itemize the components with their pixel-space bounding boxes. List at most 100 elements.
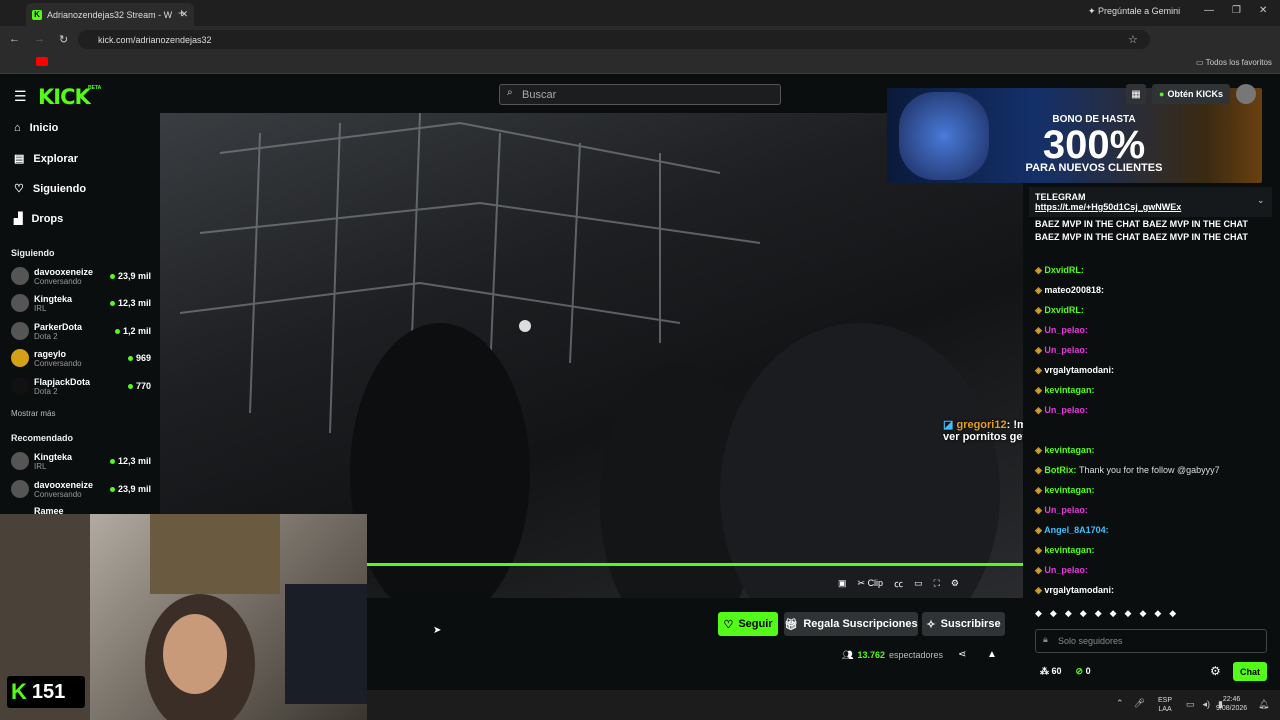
- chat-username[interactable]: kevintagan:: [1044, 385, 1094, 395]
- url-field[interactable]: kick.com/adrianozendejas32: [78, 30, 1150, 49]
- nav-siguiendo[interactable]: ♡ Siguiendo: [14, 182, 86, 196]
- gemini-button[interactable]: ✦ Pregúntale a Gemini: [1088, 6, 1180, 17]
- pinned-message[interactable]: TELEGRAM https://t.me/+Hg50d1Csj_gwNWEx: [1029, 187, 1272, 217]
- kicks-counter[interactable]: ⊘ 0: [1076, 666, 1091, 677]
- new-tab-icon[interactable]: +: [178, 6, 185, 20]
- volume-icon[interactable]: ◂): [1203, 699, 1211, 710]
- chat-message: ◈ kevintagan:: [1035, 544, 1270, 557]
- chat-message: ◈ Un_pelao:: [1035, 404, 1270, 417]
- search-input[interactable]: Buscar: [499, 84, 781, 105]
- recommended-channel[interactable]: Kingteka IRL 12,3 mil: [11, 449, 151, 473]
- following-channel[interactable]: rageylo Conversando 969: [11, 346, 151, 370]
- emote-icon[interactable]: ◆: [1125, 608, 1132, 622]
- chat-username[interactable]: Un_pelao:: [1044, 325, 1088, 335]
- emote-icon[interactable]: ◆: [1050, 608, 1057, 622]
- following-channel[interactable]: davooxeneize Conversando 23,9 mil: [11, 264, 151, 288]
- send-chat-button[interactable]: Chat: [1233, 662, 1267, 681]
- chat-text: Thank you for the follow @gabyyy7: [1078, 465, 1220, 475]
- clock[interactable]: 22:46 9/08/2026: [1216, 695, 1247, 713]
- all-favorites[interactable]: ▭ Todos los favoritos: [1196, 58, 1272, 67]
- chat-settings-icon[interactable]: ⚙: [1210, 664, 1221, 678]
- fullscreen-icon[interactable]: ⛶: [934, 578, 940, 589]
- show-more-link[interactable]: Mostrar más: [11, 409, 55, 418]
- chat-username[interactable]: kevintagan:: [1044, 445, 1094, 455]
- report-icon[interactable]: ▲: [987, 649, 997, 660]
- emote-icon[interactable]: ◆: [1110, 608, 1117, 622]
- nav-inicio[interactable]: ⌂ Inicio: [14, 122, 58, 134]
- search-icon: ⌕: [507, 87, 513, 98]
- chat-username[interactable]: kevintagan:: [1044, 545, 1094, 555]
- captions-icon[interactable]: ㏄: [894, 577, 903, 590]
- user-avatar[interactable]: [1236, 84, 1256, 104]
- chat-username[interactable]: Angel_8A1704:: [1044, 525, 1109, 535]
- gift-icon: 🎁︎: [784, 618, 799, 631]
- gift-subs-button[interactable]: 🎁︎ Regala Suscripciones: [784, 612, 918, 636]
- minimize-icon[interactable]: —: [1204, 5, 1214, 16]
- mic-icon[interactable]: 🎤︎: [1134, 698, 1145, 709]
- pinned-link[interactable]: https://t.me/+Hg50d1Csj_gwNWEx: [1029, 202, 1272, 212]
- verified-icon: ◪: [943, 419, 954, 431]
- emote-icon[interactable]: ◆: [1095, 608, 1102, 622]
- chat-username[interactable]: Un_pelao:: [1044, 405, 1088, 415]
- back-icon[interactable]: ←: [9, 33, 20, 46]
- layout-icon[interactable]: ▦: [1126, 84, 1146, 104]
- kick-logo[interactable]: KICK: [38, 85, 91, 109]
- chat-username[interactable]: mateo200818:: [1044, 285, 1104, 295]
- emote-icon[interactable]: ◆: [1080, 608, 1087, 622]
- clip-button[interactable]: ✂ Clip: [858, 578, 884, 589]
- emote-icon[interactable]: ◆: [1154, 608, 1161, 622]
- avatar: [11, 267, 29, 285]
- chevron-down-icon[interactable]: ⌄: [1257, 195, 1265, 206]
- network-icon[interactable]: ▭: [1186, 699, 1195, 710]
- points-counter[interactable]: ⁂ 60: [1040, 666, 1062, 677]
- forward-icon[interactable]: →: [34, 33, 45, 46]
- chevron-up-icon[interactable]: ⌃: [1116, 698, 1124, 709]
- chat-username[interactable]: Un_pelao:: [1044, 345, 1088, 355]
- following-channel[interactable]: ParkerDota Dota 2 1,2 mil: [11, 319, 151, 343]
- user-badge-icon: ◈: [1035, 465, 1045, 475]
- chat-username[interactable]: DxvidRL:: [1044, 305, 1084, 315]
- mouse-cursor-icon: ➤: [433, 625, 442, 636]
- chat-username[interactable]: BotRix:: [1044, 465, 1076, 475]
- user-badge-icon: ◈: [1035, 505, 1045, 515]
- following-heading: Siguiendo: [11, 248, 55, 258]
- get-kicks-button[interactable]: ● Obtén KICKs: [1152, 84, 1230, 104]
- recommended-channel[interactable]: davooxeneize Conversando 23,9 mil: [11, 477, 151, 501]
- settings-icon[interactable]: ⚙: [951, 578, 959, 589]
- chat-username[interactable]: Un_pelao:: [1044, 505, 1088, 515]
- chat-username[interactable]: Un_pelao:: [1044, 565, 1088, 575]
- menu-icon[interactable]: ☰: [14, 88, 27, 105]
- emote-icon[interactable]: ◆: [1035, 608, 1042, 622]
- follow-button[interactable]: ♡ Seguir: [718, 612, 778, 636]
- progress-bar[interactable]: [367, 563, 1023, 566]
- nav-drops[interactable]: ▟ Drops: [14, 212, 63, 226]
- kick-favicon-icon: K: [32, 9, 42, 20]
- emote-icon[interactable]: ◆: [1169, 608, 1176, 622]
- following-channel[interactable]: Kingteka IRL 12,3 mil: [11, 291, 151, 315]
- browser-tab[interactable]: K Adrianozendejas32 Stream - W ✕: [26, 3, 194, 26]
- chat-username[interactable]: kevintagan:: [1044, 485, 1094, 495]
- theater-icon[interactable]: ▭: [914, 578, 923, 589]
- nav-explorar[interactable]: ▤ Explorar: [14, 152, 78, 166]
- subscribe-button[interactable]: ✧ Suscribirse: [922, 612, 1005, 636]
- notifications-icon[interactable]: 🔔︎: [1258, 699, 1269, 710]
- chat-username[interactable]: vrgalytamodani:: [1044, 585, 1114, 595]
- emote-icon[interactable]: ◆: [1139, 608, 1146, 622]
- recommended-heading: Recomendado: [11, 433, 74, 443]
- language-indicator[interactable]: ESP LAA: [1158, 696, 1172, 714]
- pip-icon[interactable]: ▣: [838, 578, 847, 589]
- youtube-icon[interactable]: [36, 57, 48, 66]
- bookmark-star-icon[interactable]: ☆: [1128, 33, 1138, 46]
- emote-bar: ◆ ◆ ◆ ◆ ◆ ◆ ◆ ◆ ◆ ◆: [1035, 608, 1267, 622]
- close-window-icon[interactable]: ✕: [1259, 5, 1267, 16]
- maximize-icon[interactable]: ❐: [1232, 5, 1241, 16]
- avatar: [11, 349, 29, 367]
- user-badge-icon: ◈: [1035, 405, 1045, 415]
- share-icon[interactable]: ⋖: [958, 649, 966, 660]
- chat-username[interactable]: DxvidRL:: [1044, 265, 1084, 275]
- emote-icon[interactable]: ◆: [1065, 608, 1072, 622]
- chat-input[interactable]: Solo seguidores: [1035, 629, 1267, 653]
- chat-username[interactable]: vrgalytamodani:: [1044, 365, 1114, 375]
- reload-icon[interactable]: ↻: [59, 33, 68, 46]
- following-channel[interactable]: FlapjackDota Dota 2 770: [11, 374, 151, 398]
